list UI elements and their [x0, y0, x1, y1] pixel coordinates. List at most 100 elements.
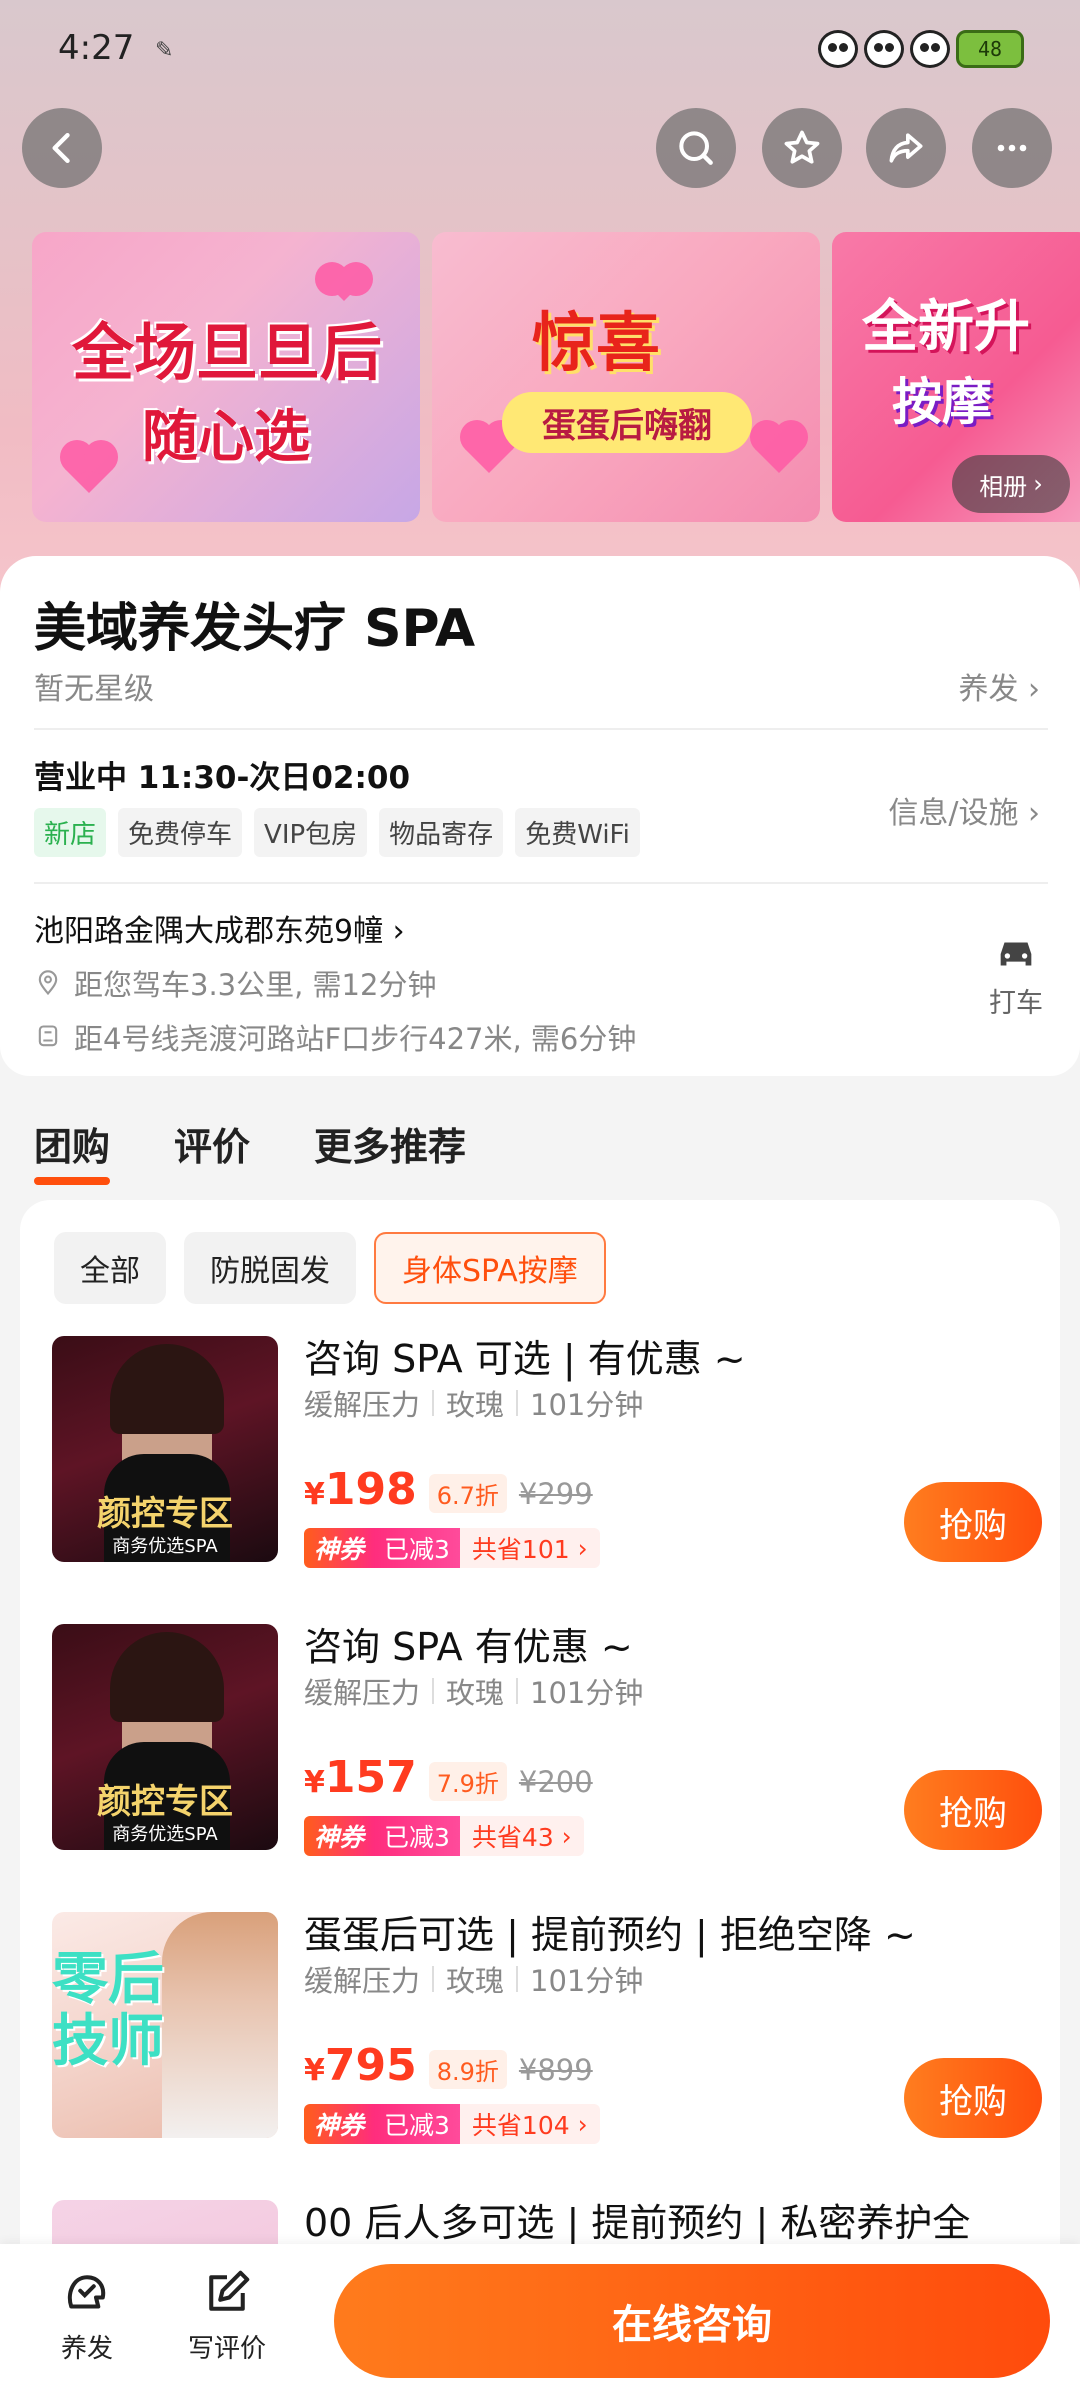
- back-button[interactable]: [22, 108, 102, 188]
- panda-icon: [818, 30, 858, 68]
- coupon-row[interactable]: 神券 已减3 共省104 ›: [304, 2104, 600, 2144]
- notification-icon: ✎: [155, 38, 174, 63]
- share-button[interactable]: [866, 108, 946, 188]
- chevron-left-icon: [52, 132, 70, 164]
- battery-icon: 48: [956, 30, 1024, 68]
- tag-free-parking: 免费停车: [118, 808, 243, 857]
- filter-all[interactable]: 全部: [54, 1232, 166, 1304]
- chevron-right-icon: ›: [1028, 796, 1040, 831]
- deal-price: ¥198: [304, 1464, 417, 1515]
- thumb-caption: 零后 技师: [52, 1948, 164, 2072]
- filter-chips: 全部 防脱固发 身体SPA按摩: [54, 1232, 606, 1304]
- deal-thumbnail: 颜控专区 商务优选SPA: [52, 1336, 278, 1562]
- deal-item[interactable]: 颜控专区 商务优选SPA 咨询 SPA 有优惠 ~ 缓解压力 玫瑰 101分钟 …: [52, 1624, 1042, 1864]
- status-icons: 48: [818, 30, 1024, 68]
- deal-title: 咨询 SPA 可选 | 有优惠 ~: [304, 1337, 746, 1381]
- meta-item: 玫瑰: [446, 1388, 505, 1422]
- tag-free-wifi: 免费WiFi: [515, 808, 640, 857]
- buy-button[interactable]: 抢购: [904, 1482, 1042, 1562]
- original-price: ¥299: [518, 1477, 593, 1511]
- deal-meta: 缓解压力 玫瑰 101分钟: [304, 1670, 643, 1712]
- star-icon: [784, 130, 820, 164]
- buy-button[interactable]: 抢购: [904, 1770, 1042, 1850]
- thumb-subcaption: 商务优选SPA: [112, 1824, 218, 1845]
- savings-text: 共省43: [471, 1823, 554, 1852]
- hair-care-button[interactable]: 养发: [32, 2266, 142, 2365]
- search-button[interactable]: [656, 108, 736, 188]
- banner-carousel[interactable]: 全场旦旦后 随心选 惊喜 蛋蛋后嗨翻 全新升 按摩: [32, 232, 1080, 522]
- banner-subline: 蛋蛋后嗨翻: [502, 392, 752, 453]
- favorite-button[interactable]: [762, 108, 842, 188]
- shop-info-card: 美域养发头疗 SPA 暂无星级 养发 › 营业中 11:30-次日02:00 新…: [0, 556, 1080, 1076]
- write-review-button[interactable]: 写评价: [172, 2266, 282, 2365]
- meta-item: 101分钟: [530, 1676, 644, 1710]
- savings-text: 共省101: [471, 1535, 570, 1564]
- car-icon: [1000, 942, 1032, 966]
- divider: [34, 882, 1048, 884]
- business-hours: 营业中 11:30-次日02:00: [34, 760, 411, 796]
- panda-icon: [864, 30, 904, 68]
- tab-reviews[interactable]: 评价: [174, 1116, 250, 1171]
- price-value: 795: [324, 2040, 417, 2091]
- discount-badge: 6.7折: [428, 1474, 507, 1513]
- heart-decoration: [327, 267, 361, 301]
- price-row: ¥198 6.7折 ¥299: [304, 1464, 593, 1515]
- filter-anti-hairloss[interactable]: 防脱固发: [184, 1232, 356, 1304]
- deal-thumbnail: 零后 技师: [52, 1912, 278, 2138]
- section-tabs: 团购 评价 更多推荐: [34, 1116, 466, 1185]
- banner-headline: 惊喜: [532, 306, 660, 381]
- coupon-row[interactable]: 神券 已减3 共省101 ›: [304, 1528, 600, 1568]
- share-icon: [889, 133, 923, 163]
- more-dots-icon: [997, 144, 1027, 152]
- banner-subline: 随心选: [142, 404, 310, 470]
- facility-tags: 新店 免费停车 VIP包房 物品寄存 免费WiFi: [34, 808, 640, 857]
- transit-text: 距4号线尧渡河路站F口步行427米, 需6分钟: [74, 1022, 637, 1056]
- address-link[interactable]: 池阳路金隅大成郡东苑9幢 ›: [34, 906, 405, 950]
- album-button[interactable]: 相册 ›: [952, 455, 1070, 513]
- thumb-caption-text: 零后 技师: [52, 1946, 164, 2074]
- taxi-button[interactable]: 打车: [986, 934, 1046, 1020]
- savings-text: 共省104: [471, 2111, 570, 2140]
- info-facilities-link[interactable]: 信息/设施 ›: [888, 788, 1040, 832]
- status-bar: 4:27 ✎ 48: [0, 0, 1080, 100]
- coupon-savings: 共省43 ›: [459, 1816, 584, 1856]
- chevron-right-icon: ›: [1028, 672, 1040, 707]
- deal-meta: 缓解压力 玫瑰 101分钟: [304, 1382, 643, 1424]
- price-row: ¥795 8.9折 ¥899: [304, 2040, 593, 2091]
- banner-item[interactable]: 惊喜 蛋蛋后嗨翻: [432, 232, 820, 522]
- more-button[interactable]: [972, 108, 1052, 188]
- tag-vip-room: VIP包房: [254, 808, 368, 857]
- tab-group-buy[interactable]: 团购: [34, 1116, 111, 1185]
- deal-item[interactable]: 颜控专区 商务优选SPA 咨询 SPA 可选 | 有优惠 ~ 缓解压力 玫瑰 1…: [52, 1336, 1042, 1576]
- heart-decoration: [754, 424, 804, 474]
- buy-button[interactable]: 抢购: [904, 2058, 1042, 2138]
- meta-item: 玫瑰: [446, 1964, 505, 1998]
- tab-more-recommendations[interactable]: 更多推荐: [314, 1116, 466, 1171]
- price-row: ¥157 7.9折 ¥200: [304, 1752, 593, 1803]
- taxi-label: 打车: [989, 988, 1043, 1019]
- coupon-reduction: 已减3: [374, 1816, 460, 1856]
- coupon-row[interactable]: 神券 已减3 共省43 ›: [304, 1816, 584, 1856]
- filter-body-spa[interactable]: 身体SPA按摩: [374, 1232, 606, 1304]
- deal-item[interactable]: 零后 技师 蛋蛋后可选 | 提前预约 | 拒绝空降 ~ 缓解压力 玫瑰 101分…: [52, 1912, 1042, 2152]
- chevron-right-icon: ›: [392, 914, 405, 949]
- thumb-hair: [110, 1632, 224, 1722]
- coupon-label: 神券: [304, 1816, 375, 1856]
- thumb-caption: 颜控专区: [97, 1494, 233, 1534]
- deal-title: 00 后人多可选 | 提前预约 | 私密养护全: [304, 2201, 971, 2245]
- coupon-savings: 共省101 ›: [459, 1528, 600, 1568]
- transit-info: 距4号线尧渡河路站F口步行427米, 需6分钟: [34, 1016, 636, 1058]
- online-consult-button[interactable]: 在线咨询: [334, 2264, 1050, 2378]
- discount-badge: 8.9折: [428, 2050, 507, 2089]
- original-price: ¥899: [518, 2053, 593, 2087]
- category-link[interactable]: 养发 ›: [958, 664, 1040, 708]
- meta-item: 101分钟: [530, 1964, 644, 1998]
- star-level: 暂无星级: [34, 672, 154, 707]
- banner-item[interactable]: 全场旦旦后 随心选: [32, 232, 420, 522]
- info-facilities-label: 信息/设施: [888, 796, 1019, 831]
- search-icon: [679, 131, 713, 165]
- discount-badge: 7.9折: [428, 1762, 507, 1801]
- coupon-reduction: 已减3: [374, 2104, 460, 2144]
- deal-price: ¥795: [304, 2040, 417, 2091]
- divider: [34, 728, 1048, 730]
